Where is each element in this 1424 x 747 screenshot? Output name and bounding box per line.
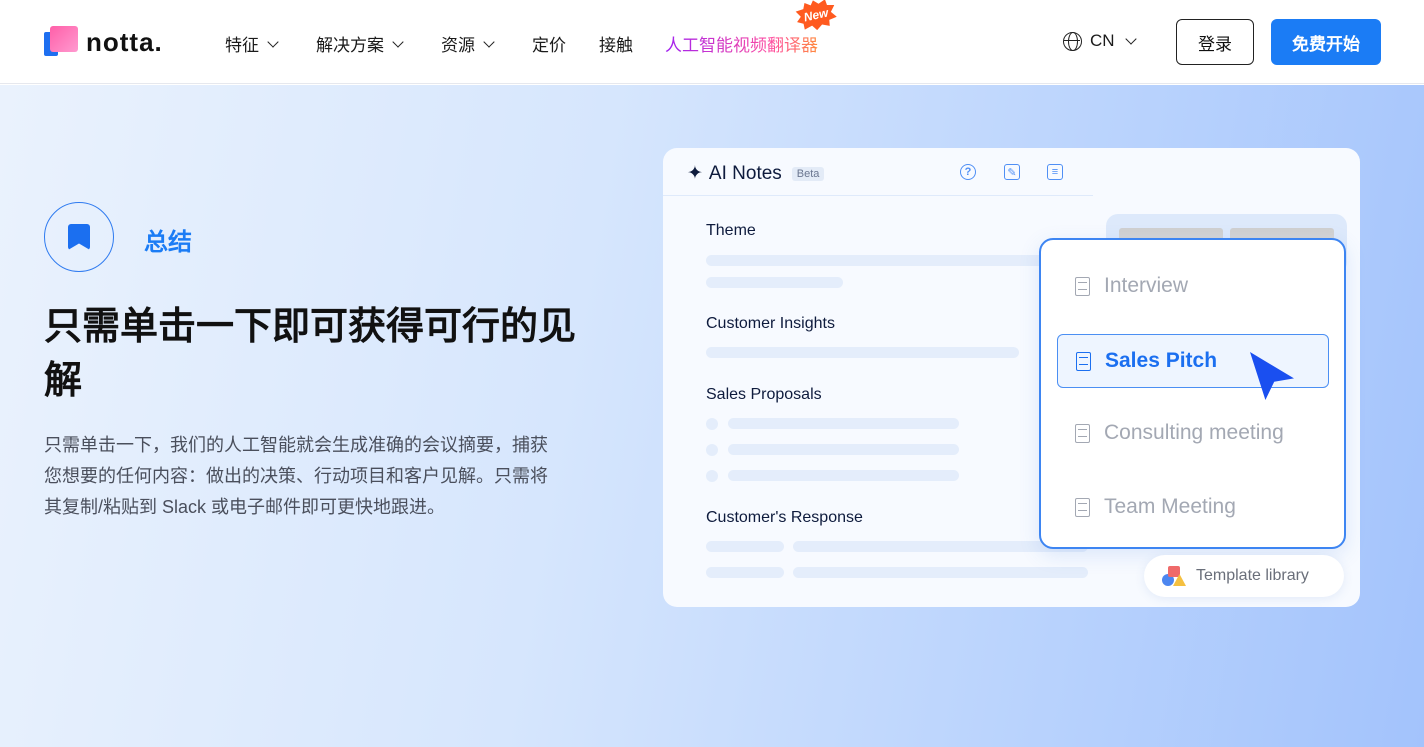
bullet bbox=[706, 470, 718, 482]
bullet bbox=[706, 444, 718, 456]
nav-item-resources[interactable]: 资源 bbox=[441, 31, 495, 56]
top-navigation: notta. 特征 解决方案 资源 定价 接触 人工智能视频翻译器 New CN… bbox=[0, 0, 1424, 84]
copy-notes-icon[interactable]: ≡ bbox=[1047, 164, 1063, 180]
nav-item-features[interactable]: 特征 bbox=[225, 31, 279, 56]
option-label: Interview bbox=[1104, 274, 1189, 297]
title-text: AI Notes bbox=[708, 162, 782, 184]
template-option-sales-pitch[interactable]: Sales Pitch bbox=[1057, 334, 1329, 388]
template-library-button[interactable]: Template library bbox=[1144, 555, 1344, 597]
logo[interactable]: notta. bbox=[44, 26, 163, 58]
template-option-team-meeting[interactable]: Team Meeting bbox=[1057, 480, 1329, 534]
section-heading: Sales Proposals bbox=[706, 386, 822, 403]
nav-label: 接触 bbox=[599, 36, 633, 55]
notta-logo-icon bbox=[44, 26, 78, 58]
language-selector[interactable]: CN bbox=[1063, 31, 1137, 51]
nav-label: 定价 bbox=[532, 36, 566, 55]
bullet bbox=[706, 418, 718, 430]
feature-tag: 总结 bbox=[144, 229, 192, 256]
option-label: Sales Pitch bbox=[1105, 349, 1218, 372]
nav-item-solutions[interactable]: 解决方案 bbox=[316, 31, 404, 56]
template-library-label: Template library bbox=[1196, 567, 1309, 584]
text-placeholder bbox=[728, 470, 959, 481]
chevron-down-icon bbox=[483, 35, 495, 48]
text-placeholder bbox=[728, 418, 959, 429]
shapes-icon bbox=[1162, 566, 1186, 586]
document-icon bbox=[1075, 497, 1090, 517]
card-header: ✦ AI Notes Beta ? ✎ ≡ bbox=[663, 148, 1093, 196]
start-free-button[interactable]: 免费开始 bbox=[1271, 19, 1381, 65]
nav-item-contact[interactable]: 接触 bbox=[599, 31, 633, 56]
login-button[interactable]: 登录 bbox=[1176, 19, 1254, 65]
text-placeholder bbox=[706, 541, 784, 552]
sparkle-icon: ✦ bbox=[687, 163, 703, 184]
text-placeholder bbox=[706, 255, 1046, 266]
language-label: CN bbox=[1090, 31, 1115, 50]
section-heading: Customer Insights bbox=[706, 315, 835, 332]
template-option-interview[interactable]: Interview bbox=[1057, 259, 1329, 313]
hero-description: 只需单击一下，我们的人工智能就会生成准确的会议摘要，捕获您想要的任何内容：做出的… bbox=[44, 435, 548, 517]
section-heading: Customer's Response bbox=[706, 509, 863, 526]
brand-name: notta. bbox=[86, 26, 163, 57]
document-icon bbox=[1076, 351, 1091, 371]
bookmark-icon bbox=[68, 224, 90, 250]
nav-item-video-translator[interactable]: 人工智能视频翻译器 bbox=[665, 31, 818, 56]
nav-label: 解决方案 bbox=[316, 36, 384, 55]
hero-title: 只需单击一下即可获得可行的见解 bbox=[44, 306, 577, 402]
option-label: Consulting meeting bbox=[1104, 421, 1284, 444]
template-option-consulting-meeting[interactable]: Consulting meeting bbox=[1057, 406, 1329, 460]
ai-notes-title: ✦ AI Notes Beta bbox=[687, 162, 825, 185]
text-placeholder bbox=[728, 444, 959, 455]
globe-icon bbox=[1063, 31, 1082, 51]
nav-label: 特征 bbox=[225, 36, 259, 55]
nav-label: 人工智能视频翻译器 bbox=[665, 31, 818, 56]
text-placeholder bbox=[706, 567, 784, 578]
chat-edit-icon[interactable]: ✎ bbox=[1004, 164, 1020, 180]
nav-label: 资源 bbox=[441, 36, 475, 55]
section-heading: Theme bbox=[706, 222, 756, 239]
text-placeholder bbox=[706, 347, 1019, 358]
text-placeholder bbox=[793, 567, 1088, 578]
beta-badge: Beta bbox=[791, 166, 825, 181]
help-icon[interactable]: ? bbox=[960, 164, 976, 180]
nav-item-pricing[interactable]: 定价 bbox=[532, 31, 566, 56]
document-icon bbox=[1075, 276, 1090, 296]
chevron-down-icon bbox=[1124, 33, 1137, 45]
text-placeholder bbox=[706, 277, 843, 288]
summary-icon-circle bbox=[44, 202, 114, 272]
document-icon bbox=[1075, 423, 1090, 443]
template-dropdown: Interview Sales Pitch Consulting meeting… bbox=[1039, 238, 1346, 549]
new-badge: New bbox=[793, 0, 838, 34]
chevron-down-icon bbox=[392, 35, 404, 48]
option-label: Team Meeting bbox=[1104, 495, 1236, 518]
chevron-down-icon bbox=[267, 35, 279, 48]
